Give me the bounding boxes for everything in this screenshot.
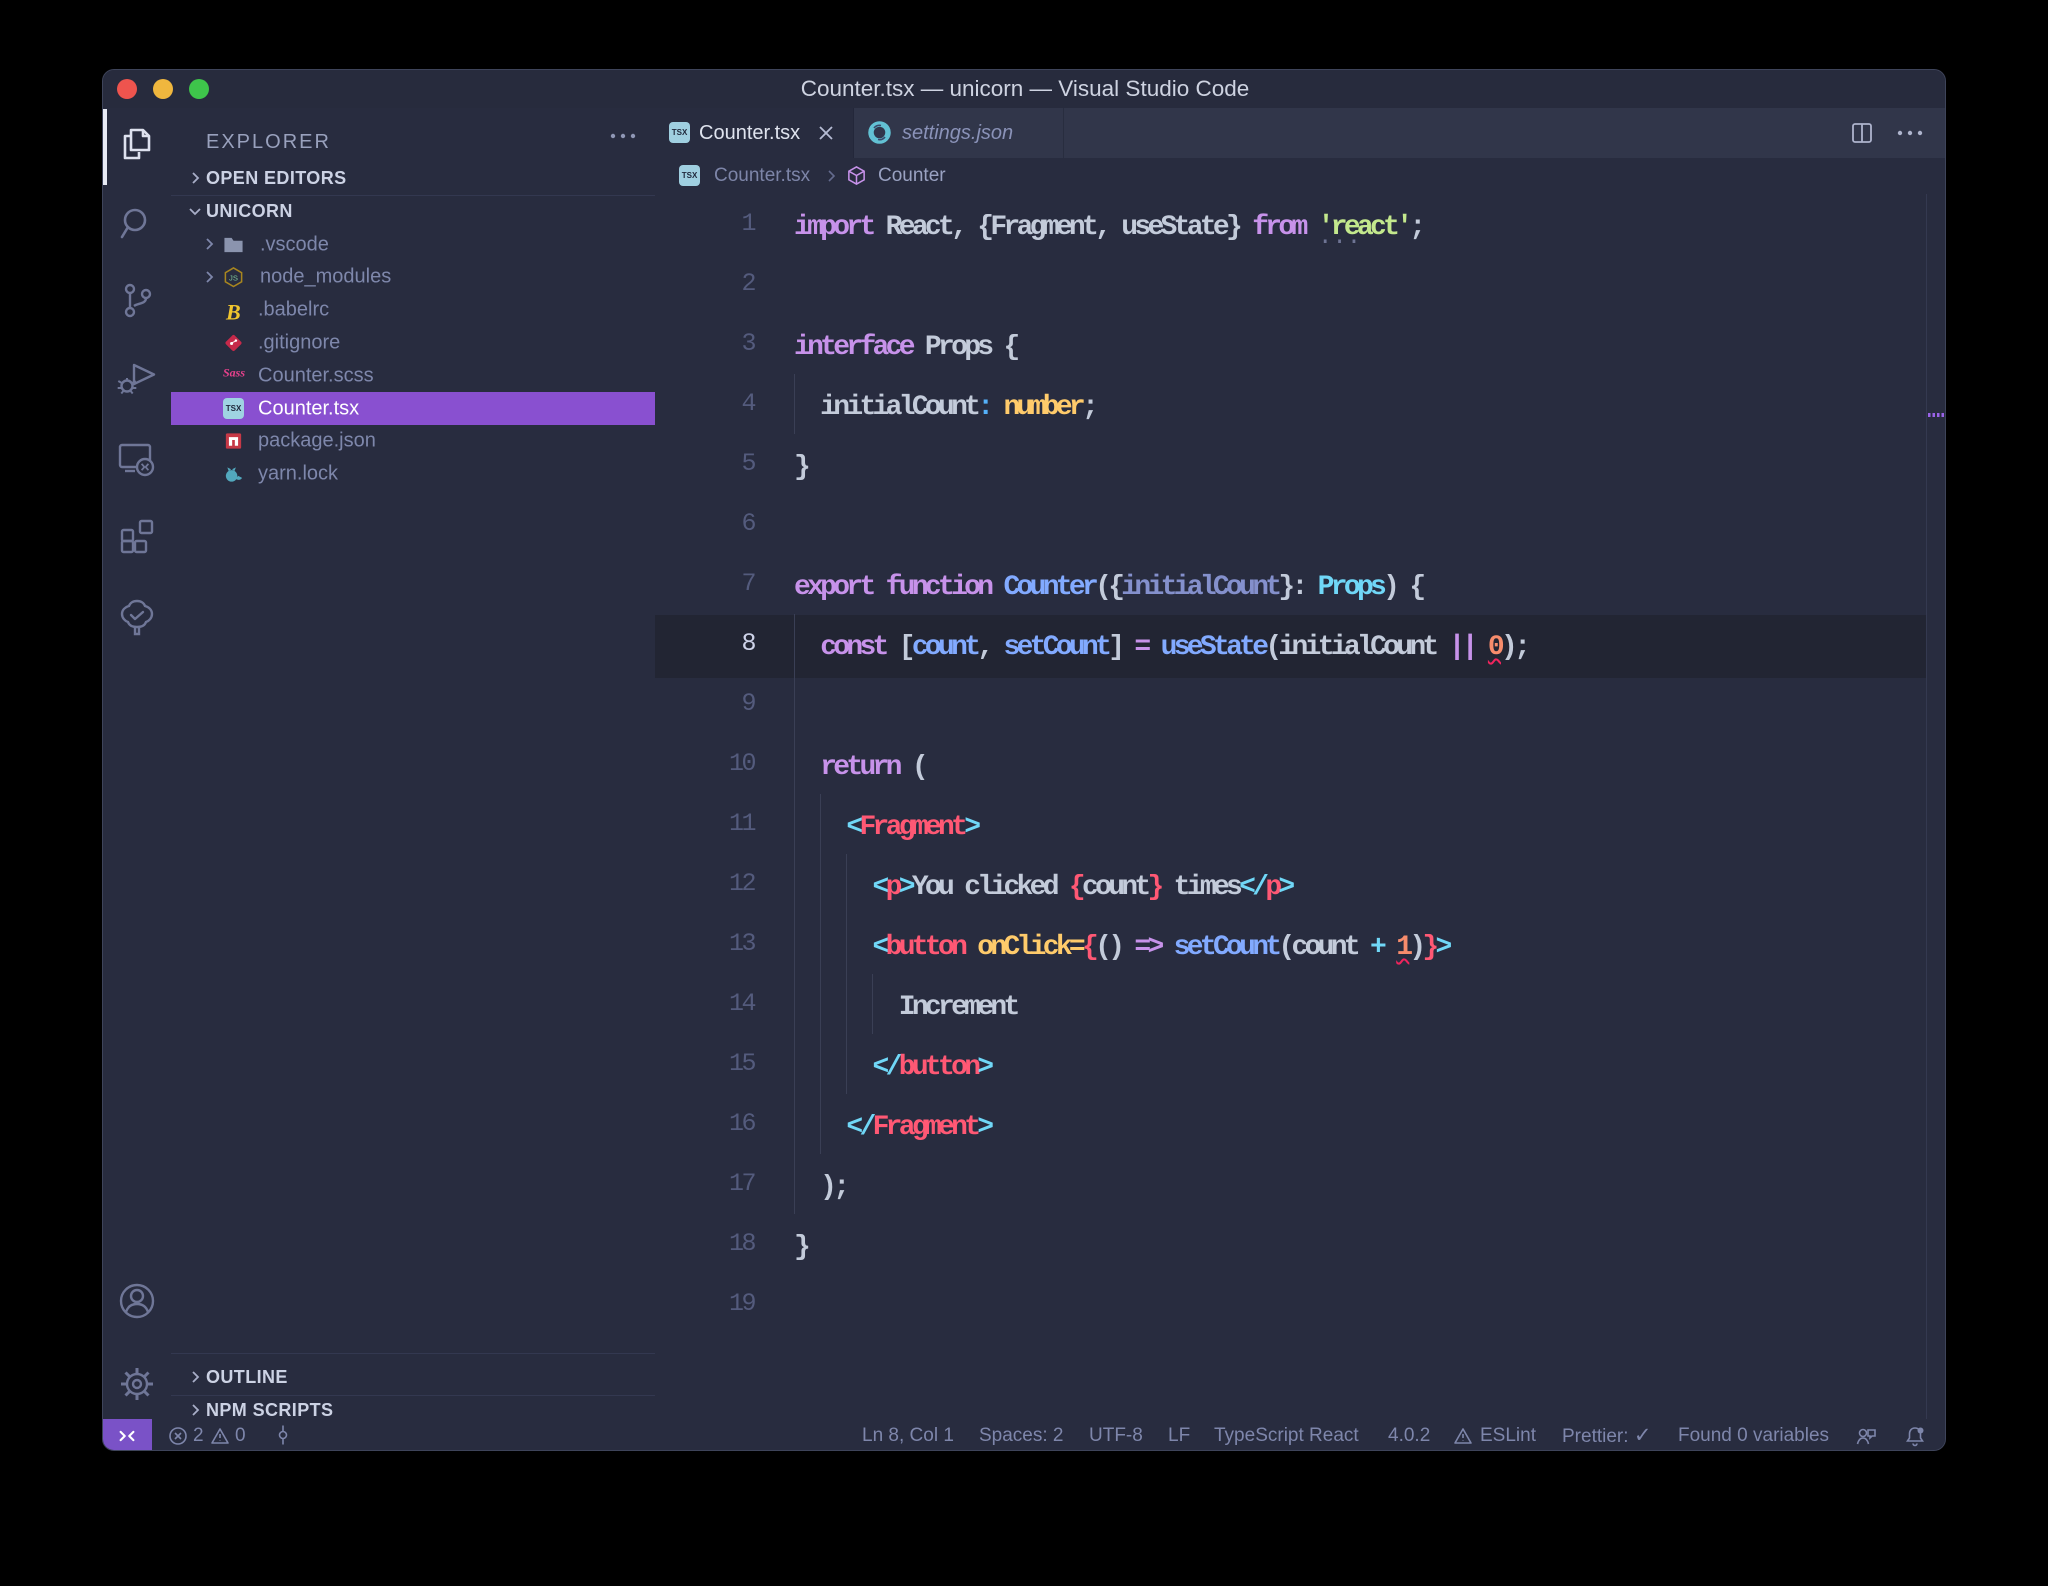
svg-text:JS: JS [229,274,238,283]
